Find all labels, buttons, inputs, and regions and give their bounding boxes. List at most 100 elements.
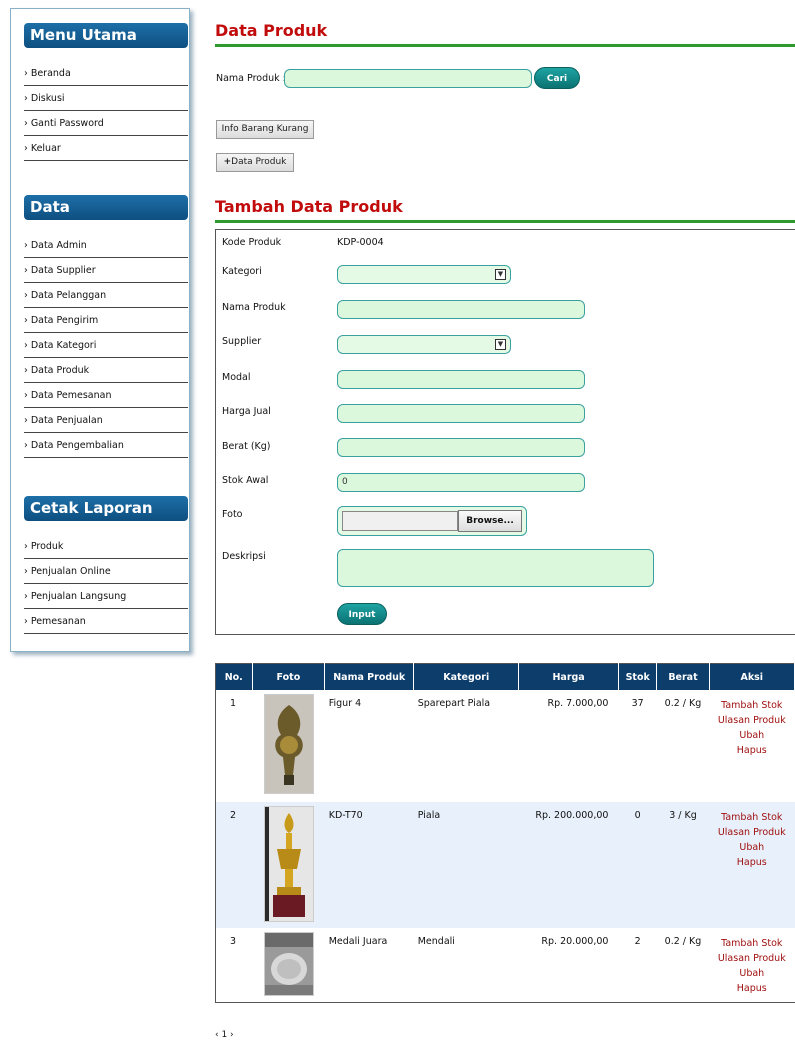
stok-awal-input[interactable]: 0 [337,473,585,492]
form-divider [215,220,795,223]
tambah-stok-link[interactable]: Tambah Stok [713,698,790,713]
nama-produk-input[interactable] [337,300,585,319]
cell-aksi: Tambah Stok Ulasan Produk Ubah Hapus [709,690,794,802]
ubah-link[interactable]: Ubah [713,840,790,855]
sidebar-item-beranda[interactable]: › Beranda [24,61,188,86]
col-aksi: Aksi [709,663,795,690]
cell-kategori: Sparepart Piala [417,698,491,709]
nama-produk-label: Nama Produk [222,302,286,313]
cell-aksi: Tambah Stok Ulasan Produk Ubah Hapus [709,928,794,1002]
hapus-link[interactable]: Hapus [713,743,790,758]
supplier-label: Supplier [222,336,262,347]
ulasan-produk-link[interactable]: Ulasan Produk [713,825,790,840]
col-nama-produk: Nama Produk [324,663,415,690]
sidebar-item-ganti-password[interactable]: › Ganti Password [24,111,188,136]
form-title: Tambah Data Produk [215,197,403,216]
sidebar-item-data-pengirim[interactable]: › Data Pengirim [24,308,188,333]
report-list: › Produk › Penjualan Online › Penjualan Lan… [24,534,188,634]
harga-jual-input[interactable] [337,404,585,423]
cell-no: 3 [230,936,237,947]
table-row: 2 KD-T70 Piala Rp. 200.000,00 0 3 / Kg T… [215,802,795,928]
browse-button[interactable]: Browse... [458,510,522,532]
table-row: 1 Figur 4 Sparepart Piala Rp. 7.000,00 3… [216,690,795,802]
cell-foto [252,802,325,928]
cell-no: 1 [230,698,237,709]
page-title: Data Produk [215,21,328,40]
tambah-stok-link[interactable]: Tambah Stok [713,936,790,951]
col-harga: Harga [518,663,619,690]
cell-nama-produk: Figur 4 [328,698,362,709]
tambah-stok-link[interactable]: Tambah Stok [713,810,790,825]
supplier-select[interactable]: ▼ [337,335,511,354]
cell-foto [252,690,325,802]
cell-berat: 3 / Kg [656,802,710,928]
hapus-link[interactable]: Hapus [713,981,790,996]
sidebar-item-data-kategori[interactable]: › Data Kategori [24,333,188,358]
sidebar-item-data-supplier[interactable]: › Data Supplier [24,258,188,283]
cell-foto [252,928,325,1002]
chevron-down-icon: ▼ [495,339,506,350]
hapus-link[interactable]: Hapus [713,855,790,870]
sidebar-item-penjualan-online[interactable]: › Penjualan Online [24,559,188,584]
produk-table: No. Foto Nama Produk Kategori Harga Stok… [215,663,795,1003]
input-button[interactable]: Input [337,603,387,625]
ulasan-produk-link[interactable]: Ulasan Produk [713,713,790,728]
stok-awal-label: Stok Awal [222,475,269,486]
search-input[interactable] [284,69,532,88]
cell-stok: 37 [631,698,644,709]
sidebar-item-keluar[interactable]: › Keluar [24,136,188,161]
sidebar-item-diskusi[interactable]: › Diskusi [24,86,188,111]
sidebar-item-data-pengembalian[interactable]: › Data Pengembalian [24,433,188,458]
product-image-figur [264,694,315,794]
deskripsi-textarea[interactable] [337,549,654,587]
cell-kategori: Piala [413,802,519,928]
cell-kategori: Mendali [417,936,455,947]
table-row: 3 Medali Juara Mendali Rp. 20.000,00 2 0… [216,928,795,1002]
sidebar-item-data-produk[interactable]: › Data Produk [24,358,188,383]
sidebar-item-data-penjualan[interactable]: › Data Penjualan [24,408,188,433]
cell-no: 2 [215,802,253,928]
col-stok: Stok [618,663,658,690]
menu-utama-list: › Beranda › Diskusi › Ganti Password › Kelua… [24,61,188,161]
pagination[interactable]: ‹ 1 › [215,1030,234,1040]
sidebar-item-data-pemesanan[interactable]: › Data Pemesanan [24,383,188,408]
kategori-label: Kategori [222,266,262,277]
sidebar-item-penjualan-langsung[interactable]: › Penjualan Langsung [24,584,188,609]
title-divider [215,44,795,47]
cell-harga: Rp. 20.000,00 [541,936,609,947]
cetak-laporan-heading: Cetak Laporan [24,496,188,521]
ubah-link[interactable]: Ubah [713,966,790,981]
ulasan-produk-link[interactable]: Ulasan Produk [713,951,790,966]
modal-input[interactable] [337,370,585,389]
sidebar-item-pemesanan[interactable]: › Pemesanan [24,609,188,634]
sidebar-item-data-pelanggan[interactable]: › Data Pelanggan [24,283,188,308]
col-foto: Foto [252,663,326,690]
cell-berat: 0.2 / Kg [664,936,702,947]
sidebar-item-data-admin[interactable]: › Data Admin [24,233,188,258]
deskripsi-label: Deskripsi [222,551,266,562]
kategori-select[interactable]: ▼ [337,265,511,284]
product-image-trophy [264,806,315,922]
cell-berat: 0.2 / Kg [664,698,702,709]
berat-input[interactable] [337,438,585,457]
sidebar-item-produk[interactable]: › Produk [24,534,188,559]
cell-harga: Rp. 7.000,00 [547,698,609,709]
cell-nama-produk: Medali Juara [328,936,388,947]
sidebar: Menu Utama › Beranda › Diskusi › Ganti Pass… [10,8,190,652]
table-header-row: No. Foto Nama Produk Kategori Harga Stok… [215,663,795,690]
foto-file-input[interactable]: Browse... [337,506,527,536]
berat-label: Berat (Kg) [222,441,271,452]
harga-jual-label: Harga Jual [222,406,271,417]
foto-label: Foto [222,509,243,520]
ubah-link[interactable]: Ubah [713,728,790,743]
cari-button[interactable]: Cari [534,67,580,89]
cell-harga: Rp. 200.000,00 [518,802,619,928]
kode-produk-label: Kode Produk [222,237,282,248]
kode-produk-value: KDP-0004 [337,237,384,248]
cell-stok: 0 [618,802,657,928]
plus-icon: + [223,157,232,167]
product-image-medal [264,932,315,996]
info-barang-kurang-button[interactable]: Info Barang Kurang [216,120,314,139]
add-produk-button[interactable]: +Data Produk [216,153,294,172]
cell-nama-produk: KD-T70 [324,802,414,928]
